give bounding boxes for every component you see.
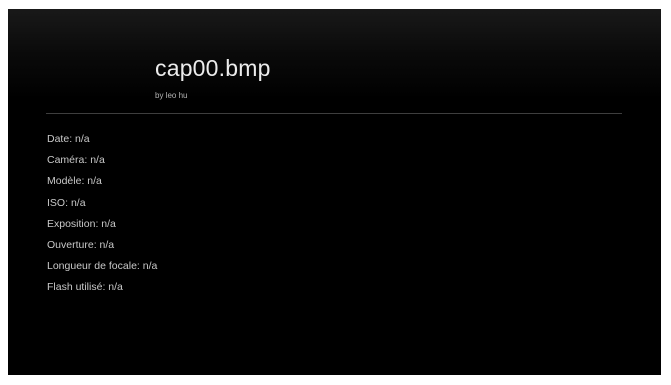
metadata-row-iso: ISO: n/a [47,196,86,209]
metadata-label: Ouverture [47,238,94,251]
metadata-row-camera: Caméra: n/a [47,154,105,167]
file-title: cap00.bmp [155,55,271,81]
metadata-row-focal-length: Longueur de focale: n/a [47,260,158,273]
metadata-row-aperture: Ouverture: n/a [47,238,115,251]
photo-info-screen: cap00.bmp by leo hu Date: n/a Caméra: n/… [8,9,661,375]
metadata-value: n/a [108,281,123,294]
metadata-label: Longueur de focale [47,260,137,273]
metadata-value: n/a [99,238,115,251]
metadata-label: Flash utilisé [47,281,103,294]
info-header: cap00.bmp by leo hu [8,9,661,113]
metadata-label: Exposition [47,217,96,230]
metadata-value: n/a [142,260,158,273]
metadata-value: n/a [87,175,102,188]
metadata-label: ISO [47,196,66,209]
metadata-row-date: Date: n/a [47,133,90,145]
metadata-row-exposure: Exposition: n/a [47,217,116,230]
metadata-label: Caméra [47,154,85,167]
metadata-value: n/a [70,196,86,209]
metadata-value: n/a [101,217,116,230]
metadata-value: n/a [90,154,105,167]
metadata-label: Date [47,133,70,145]
author-byline: by leo hu [155,91,188,100]
metadata-row-flash: Flash utilisé: n/a [47,281,123,294]
metadata-row-model: Modèle: n/a [47,175,102,188]
metadata-list: Date: n/a Caméra: n/a Modèle: n/a ISO: n… [47,129,157,299]
header-divider [46,113,622,114]
metadata-value: n/a [75,133,90,145]
metadata-label: Modèle [47,175,82,188]
